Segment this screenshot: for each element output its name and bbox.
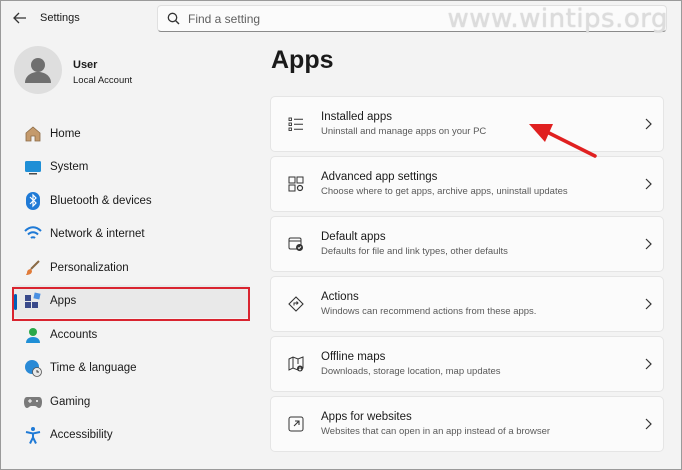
settings-cards: Installed apps Uninstall and manage apps… [270, 96, 664, 456]
sidebar-item-label: Bluetooth & devices [50, 194, 152, 207]
sidebar-item-system[interactable]: System [12, 151, 250, 185]
sidebar-item-label: Apps [50, 295, 77, 308]
gamepad-icon [20, 395, 46, 409]
chevron-right-icon [633, 298, 663, 310]
sidebar-nav: Home System Bluetooth & devices Network … [12, 117, 250, 452]
default-apps-icon [271, 236, 321, 252]
sidebar-item-home[interactable]: Home [12, 117, 250, 151]
card-subtitle: Windows can recommend actions from these… [321, 306, 537, 317]
sidebar-item-apps[interactable]: Apps [12, 284, 250, 318]
apps-icon [20, 292, 46, 310]
card-subtitle: Uninstall and manage apps on your PC [321, 126, 487, 137]
sidebar-item-accessibility[interactable]: Accessibility [12, 419, 250, 453]
card-subtitle: Websites that can open in an app instead… [321, 426, 551, 437]
sidebar-item-bluetooth[interactable]: Bluetooth & devices [12, 184, 250, 218]
sidebar-item-label: Accessibility [50, 429, 113, 442]
chevron-right-icon [633, 178, 663, 190]
sidebar-item-label: Personalization [50, 261, 129, 274]
sidebar-item-time-language[interactable]: Time & language [12, 352, 250, 386]
card-installed-apps[interactable]: Installed apps Uninstall and manage apps… [270, 96, 664, 152]
sidebar-item-accounts[interactable]: Accounts [12, 318, 250, 352]
card-title: Actions [321, 291, 359, 303]
card-subtitle: Downloads, storage location, map updates [321, 366, 501, 377]
app-title: Settings [40, 12, 80, 24]
card-default-apps[interactable]: Default apps Defaults for file and link … [270, 216, 664, 272]
back-button[interactable] [10, 8, 30, 28]
account-type: Local Account [73, 75, 133, 86]
card-title: Offline maps [321, 351, 386, 363]
sidebar-item-label: Accounts [50, 328, 98, 341]
brush-icon [20, 259, 46, 277]
search-box[interactable] [157, 5, 667, 32]
user-icon [25, 58, 51, 83]
open-link-icon [271, 416, 321, 432]
card-title: Default apps [321, 231, 386, 243]
bluetooth-icon [20, 191, 46, 210]
sidebar-item-label: Home [50, 127, 81, 140]
search-icon [158, 12, 188, 25]
network-icon [20, 226, 46, 242]
card-offline-maps[interactable]: Offline maps Downloads, storage location… [270, 336, 664, 392]
search-input[interactable] [188, 11, 488, 26]
active-indicator [14, 293, 17, 310]
back-arrow-icon [13, 12, 26, 24]
user-name: User [73, 59, 98, 71]
accounts-icon [20, 326, 46, 344]
chevron-right-icon [633, 418, 663, 430]
card-title: Installed apps [321, 111, 392, 123]
sidebar-item-network[interactable]: Network & internet [12, 218, 250, 252]
card-title: Advanced app settings [321, 171, 438, 183]
sidebar-item-label: Time & language [50, 362, 137, 375]
accessibility-icon [20, 426, 46, 445]
home-icon [20, 125, 46, 143]
app-settings-icon [271, 176, 321, 192]
sidebar-item-gaming[interactable]: Gaming [12, 385, 250, 419]
page-title: Apps [271, 46, 334, 74]
sidebar-item-label: Gaming [50, 395, 91, 408]
actions-icon [271, 296, 321, 312]
avatar[interactable] [14, 46, 62, 94]
map-icon [271, 356, 321, 372]
card-apps-for-websites[interactable]: Apps for websites Websites that can open… [270, 396, 664, 452]
chevron-right-icon [633, 118, 663, 130]
chevron-right-icon [633, 358, 663, 370]
list-icon [271, 116, 321, 132]
globe-clock-icon [20, 359, 46, 378]
card-actions[interactable]: Actions Windows can recommend actions fr… [270, 276, 664, 332]
sidebar-item-label: Network & internet [50, 228, 145, 241]
card-subtitle: Defaults for file and link types, other … [321, 246, 508, 257]
system-icon [20, 159, 46, 175]
card-advanced-app-settings[interactable]: Advanced app settings Choose where to ge… [270, 156, 664, 212]
sidebar-item-label: System [50, 161, 89, 174]
card-title: Apps for websites [321, 411, 412, 423]
card-subtitle: Choose where to get apps, archive apps, … [321, 186, 568, 197]
sidebar-item-personalization[interactable]: Personalization [12, 251, 250, 285]
chevron-right-icon [633, 238, 663, 250]
